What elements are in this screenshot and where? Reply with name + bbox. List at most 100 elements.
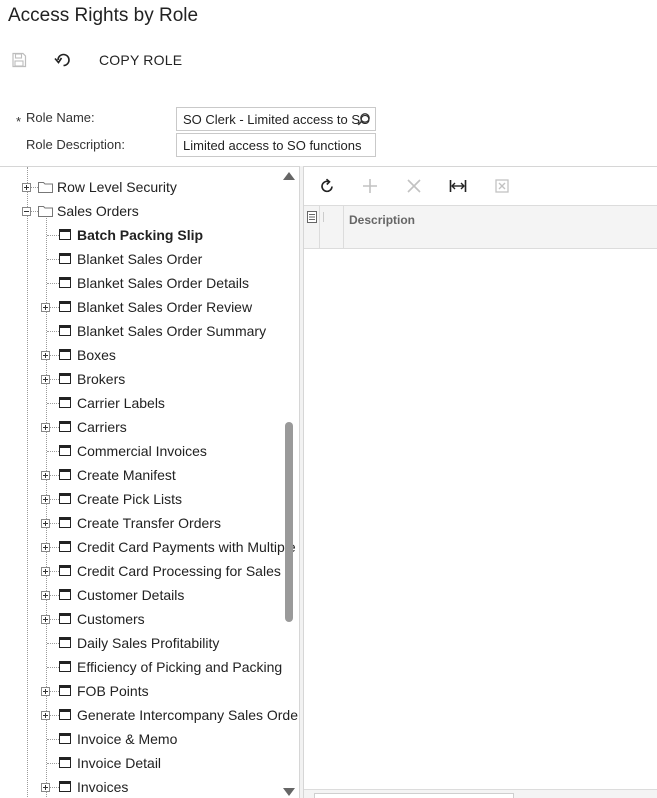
notes-icon bbox=[306, 211, 317, 223]
role-tree[interactable]: Row Level Security Sales Orders Batch Pack… bbox=[0, 166, 299, 798]
expand-icon[interactable] bbox=[41, 471, 50, 480]
search-icon[interactable] bbox=[357, 112, 371, 129]
export-excel-button[interactable] bbox=[491, 175, 513, 197]
tree-screen-node[interactable]: Invoices bbox=[0, 775, 283, 798]
tree-folder-node[interactable]: Sales Orders bbox=[0, 199, 283, 223]
tree-screen-node[interactable]: Blanket Sales Order Details bbox=[0, 271, 283, 295]
tree-node-label: Invoice Detail bbox=[77, 755, 162, 771]
tree-connector bbox=[47, 259, 59, 260]
description-column-header[interactable]: Description bbox=[349, 213, 415, 227]
tree-screen-node[interactable]: Invoice & Memo bbox=[0, 727, 283, 751]
tree-screen-node[interactable]: Credit Card Processing for Sales bbox=[0, 559, 283, 583]
tree-screen-node[interactable]: Blanket Sales Order Review bbox=[0, 295, 283, 319]
expand-icon[interactable] bbox=[41, 687, 50, 696]
folder-icon bbox=[38, 206, 53, 217]
undo-button[interactable] bbox=[50, 48, 76, 72]
tree-screen-node[interactable]: Blanket Sales Order bbox=[0, 247, 283, 271]
screen-icon bbox=[59, 685, 71, 696]
expand-icon[interactable] bbox=[41, 591, 50, 600]
expand-icon[interactable] bbox=[41, 615, 50, 624]
refresh-button[interactable] bbox=[316, 175, 338, 197]
tree-screen-node[interactable]: Efficiency of Picking and Packing bbox=[0, 655, 283, 679]
expand-icon[interactable] bbox=[41, 783, 50, 792]
tree-folder-node[interactable]: Row Level Security bbox=[0, 175, 283, 199]
scrollbar-thumb[interactable] bbox=[285, 422, 293, 622]
tree-node-label: Credit Card Processing for Sales bbox=[77, 563, 281, 579]
tree-node-label: Row Level Security bbox=[57, 179, 177, 195]
tree-screen-node[interactable]: Carriers bbox=[0, 415, 283, 439]
screen-icon bbox=[59, 589, 71, 600]
export-excel-icon bbox=[495, 179, 509, 193]
tree-screen-node[interactable]: FOB Points bbox=[0, 679, 283, 703]
files-column-header[interactable] bbox=[320, 206, 344, 248]
tree-node-label: Carriers bbox=[77, 419, 127, 435]
screen-icon bbox=[59, 229, 71, 240]
expand-icon[interactable] bbox=[41, 711, 50, 720]
grid-footer bbox=[304, 789, 657, 798]
scroll-down-arrow-icon[interactable] bbox=[283, 788, 295, 796]
tree-screen-node[interactable]: Generate Intercompany Sales Orde bbox=[0, 703, 298, 727]
tree-screen-node[interactable]: Create Transfer Orders bbox=[0, 511, 283, 535]
tree-screen-node[interactable]: Boxes bbox=[0, 343, 283, 367]
screen-icon bbox=[59, 349, 71, 360]
expand-icon[interactable] bbox=[41, 543, 50, 552]
save-button[interactable] bbox=[8, 48, 30, 72]
screen-icon bbox=[59, 277, 71, 288]
screen-icon bbox=[59, 397, 71, 408]
access-rights-grid: Description bbox=[304, 166, 657, 798]
scroll-up-arrow-icon[interactable] bbox=[283, 172, 295, 180]
screen-icon bbox=[59, 637, 71, 648]
screen-icon bbox=[59, 325, 71, 336]
tree-screen-node[interactable]: Invoice Detail bbox=[0, 751, 283, 775]
tree-connector bbox=[47, 403, 59, 404]
role-name-field[interactable]: SO Clerk - Limited access to SO bbox=[176, 107, 376, 131]
tree-screen-node[interactable]: Blanket Sales Order Summary bbox=[0, 319, 283, 343]
grid-pager[interactable] bbox=[314, 793, 514, 798]
fit-columns-button[interactable] bbox=[447, 175, 469, 197]
role-name-label: Role Name: bbox=[26, 110, 95, 125]
screen-icon bbox=[59, 421, 71, 432]
tree-screen-node[interactable]: Daily Sales Profitability bbox=[0, 631, 283, 655]
main-toolbar: COPY ROLE bbox=[0, 44, 657, 76]
screen-icon bbox=[59, 301, 71, 312]
tree-screen-node[interactable]: Customers bbox=[0, 607, 283, 631]
tree-connector bbox=[47, 283, 59, 284]
expand-icon[interactable] bbox=[41, 303, 50, 312]
tree-screen-node[interactable]: Brokers bbox=[0, 367, 283, 391]
expand-icon[interactable] bbox=[41, 495, 50, 504]
tree-screen-node[interactable]: Batch Packing Slip bbox=[0, 223, 283, 247]
tree-screen-node[interactable]: Create Pick Lists bbox=[0, 487, 283, 511]
screen-icon bbox=[59, 493, 71, 504]
tree-node-label: Invoices bbox=[77, 779, 129, 795]
collapse-icon[interactable] bbox=[22, 207, 31, 216]
tree-node-label: Sales Orders bbox=[57, 203, 139, 219]
tree-screen-node[interactable]: Credit Card Payments with Multiple bbox=[0, 535, 296, 559]
role-name-value: SO Clerk - Limited access to SO bbox=[183, 112, 371, 127]
tree-screen-node[interactable]: Create Manifest bbox=[0, 463, 283, 487]
tree-screen-node[interactable]: Customer Details bbox=[0, 583, 283, 607]
screen-icon bbox=[59, 469, 71, 480]
tree-node-label: FOB Points bbox=[77, 683, 149, 699]
grid-body bbox=[304, 249, 657, 789]
role-description-field[interactable]: Limited access to SO functions bbox=[176, 133, 376, 157]
tree-node-label: Generate Intercompany Sales Orde bbox=[77, 707, 299, 723]
tree-scrollbar[interactable] bbox=[283, 166, 295, 798]
delete-row-button[interactable] bbox=[403, 175, 425, 197]
copy-role-button[interactable]: COPY ROLE bbox=[92, 48, 189, 72]
tree-node-label: Customers bbox=[77, 611, 145, 627]
expand-icon[interactable] bbox=[41, 375, 50, 384]
tree-screen-node[interactable]: Commercial Invoices bbox=[0, 439, 283, 463]
screen-icon bbox=[59, 781, 71, 792]
expand-icon[interactable] bbox=[41, 351, 50, 360]
add-icon bbox=[363, 179, 377, 193]
tree-node-label: Create Transfer Orders bbox=[77, 515, 221, 531]
row-selector-header[interactable] bbox=[304, 206, 320, 248]
expand-icon[interactable] bbox=[41, 423, 50, 432]
expand-icon[interactable] bbox=[22, 183, 31, 192]
tree-screen-node[interactable]: Carrier Labels bbox=[0, 391, 283, 415]
add-row-button[interactable] bbox=[359, 175, 381, 197]
screen-icon bbox=[59, 445, 71, 456]
expand-icon[interactable] bbox=[41, 567, 50, 576]
expand-icon[interactable] bbox=[41, 519, 50, 528]
tree-connector bbox=[47, 235, 59, 236]
